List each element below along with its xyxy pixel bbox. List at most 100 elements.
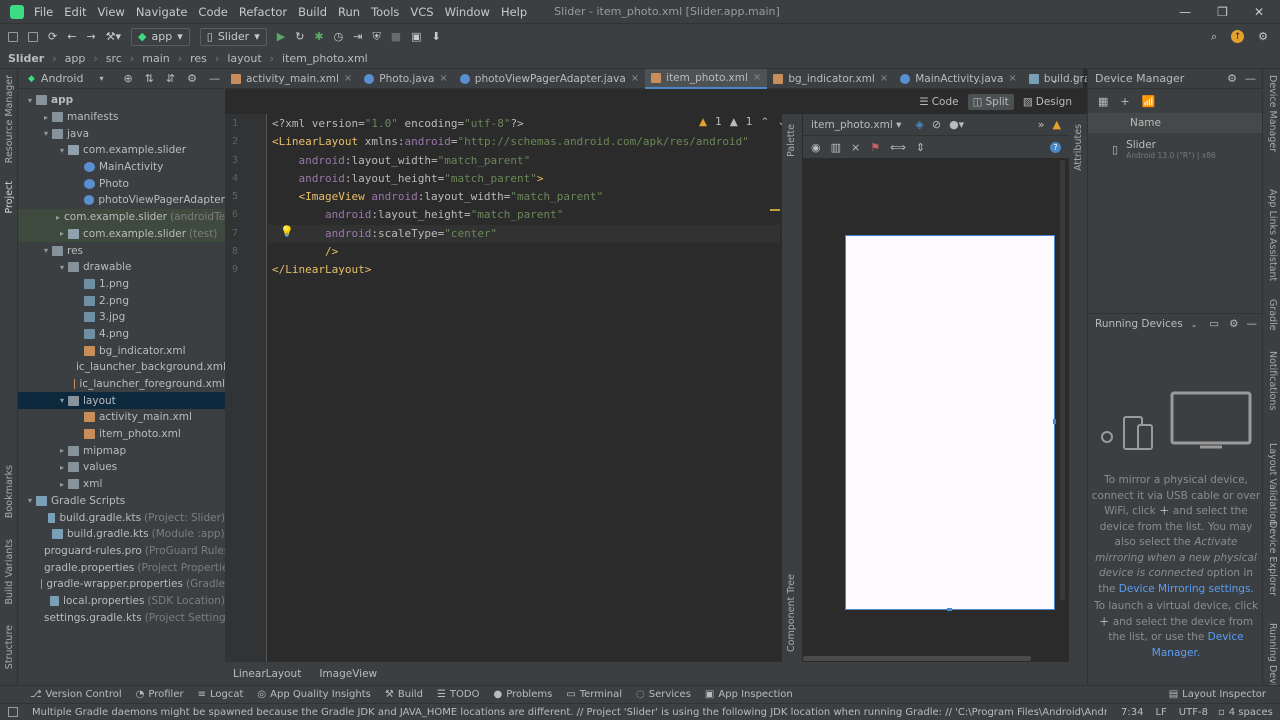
chevron-down-icon[interactable]: ⌄: [1050, 73, 1059, 86]
menu-refactor[interactable]: Refactor: [239, 5, 287, 19]
search-icon[interactable]: ⌕: [1211, 28, 1217, 46]
back-arrow-icon[interactable]: ←: [67, 28, 76, 46]
tool-window-button[interactable]: ⚒ Build: [385, 689, 423, 700]
tree-item[interactable]: ▸ com.example.slider (androidTest): [18, 208, 239, 226]
tool-window-button[interactable]: ▭ Terminal: [566, 689, 622, 700]
gear-icon[interactable]: ⚙: [187, 72, 197, 85]
editor-tab[interactable]: bg_indicator.xml ×: [767, 69, 894, 89]
menu-edit[interactable]: Edit: [64, 5, 86, 19]
chevron-down-icon[interactable]: ⌄: [1191, 320, 1198, 329]
inspection-widget[interactable]: ▲1 ▲1 ⌃ ⌄: [699, 116, 786, 128]
build-variants-tab[interactable]: Build Variants: [4, 539, 15, 605]
locate-icon[interactable]: ⊕: [123, 72, 132, 85]
bookmarks-tab[interactable]: Bookmarks: [4, 465, 15, 518]
tree-item[interactable]: ▾ Gradle Scripts: [18, 493, 225, 510]
night-mode-icon[interactable]: ●▾: [949, 118, 964, 131]
layout-inspector-button[interactable]: ▤ Layout Inspector: [1169, 689, 1266, 700]
breadcrumb-item[interactable]: main: [142, 52, 169, 65]
hide-icon[interactable]: —: [1247, 318, 1258, 330]
close-tab-icon[interactable]: ×: [753, 72, 761, 83]
restore-button[interactable]: ❐: [1217, 5, 1228, 19]
stop-icon[interactable]: ■: [391, 28, 401, 46]
code-line[interactable]: android:layout_height="match_parent": [268, 206, 780, 224]
chevron-down-icon[interactable]: ▾: [99, 74, 103, 83]
window-icon[interactable]: ▭: [1209, 318, 1219, 330]
close-tab-icon[interactable]: ×: [631, 73, 639, 84]
expand-arrow-icon[interactable]: ▾: [56, 146, 68, 155]
menu-help[interactable]: Help: [501, 5, 527, 19]
tree-item[interactable]: local.properties (SDK Location): [18, 593, 225, 610]
tree-item[interactable]: 4.png: [18, 326, 225, 343]
menu-navigate[interactable]: Navigate: [136, 5, 188, 19]
palette-tab[interactable]: Palette: [786, 124, 797, 157]
expand-arrow-icon[interactable]: ▾: [40, 246, 52, 255]
tool-window-button[interactable]: ◔ Profiler: [136, 689, 184, 700]
horizontal-scrollbar[interactable]: [803, 656, 1031, 661]
collapse-icon[interactable]: ⇵: [166, 72, 175, 85]
breadcrumb-item[interactable]: src: [106, 52, 122, 65]
expand-arrow-icon[interactable]: ▸: [56, 480, 68, 489]
right-stripe-tab[interactable]: Notifications: [1267, 351, 1278, 410]
status-message[interactable]: Multiple Gradle daemons might be spawned…: [32, 707, 1107, 718]
build-hammer-icon[interactable]: ⚒▾: [106, 28, 121, 46]
tree-item[interactable]: activity_main.xml: [18, 409, 225, 426]
wifi-icon[interactable]: 📶: [1142, 95, 1156, 108]
device-mirroring-settings-link[interactable]: Device Mirroring settings.: [1119, 583, 1254, 595]
tool-window-button[interactable]: ◌ Services: [636, 689, 691, 700]
layers-icon[interactable]: ◈: [915, 118, 923, 131]
tree-item[interactable]: bg_indicator.xml: [18, 342, 225, 359]
breadcrumb-item[interactable]: res: [190, 52, 207, 65]
tree-item[interactable]: proguard-rules.pro (ProGuard Rules: [18, 543, 229, 560]
code-line[interactable]: <ImageView android:layout_width="match_p…: [268, 188, 780, 206]
expand-arrow-icon[interactable]: ▾: [56, 396, 68, 405]
save-icon[interactable]: [28, 28, 38, 46]
device-row[interactable]: ▯ Slider Android 13.0 ("R") | x86: [1088, 133, 1262, 165]
tree-item[interactable]: settings.gradle.kts (Project Settings: [18, 609, 231, 626]
gear-icon[interactable]: ⚙: [1227, 72, 1237, 85]
warning-marker[interactable]: [770, 209, 780, 211]
add-icon[interactable]: ＋: [1159, 505, 1170, 517]
close-tab-icon[interactable]: ×: [344, 73, 352, 84]
right-stripe-tab[interactable]: Layout Validation: [1267, 443, 1278, 525]
add-icon[interactable]: +: [1120, 95, 1129, 108]
help-icon[interactable]: ?: [1050, 141, 1061, 153]
tree-item[interactable]: ▸ com.example.slider (test): [18, 225, 225, 243]
expand-arrow-icon[interactable]: ▸: [56, 463, 68, 472]
run-icon[interactable]: ▶: [277, 28, 285, 46]
resize-handle[interactable]: [1053, 419, 1056, 424]
resource-manager-tab[interactable]: Resource Manager: [4, 75, 15, 163]
menu-build[interactable]: Build: [298, 5, 327, 19]
tool-window-button[interactable]: ◎ App Quality Insights: [257, 689, 370, 700]
lock-icon[interactable]: ▫: [1218, 707, 1225, 718]
tree-item[interactable]: MainActivity: [18, 159, 225, 176]
lightbulb-icon[interactable]: 💡: [280, 225, 294, 238]
breadcrumb-item[interactable]: layout: [227, 52, 261, 65]
line-separator[interactable]: LF: [1155, 707, 1166, 718]
crumb-linearlayout[interactable]: LinearLayout: [233, 668, 301, 680]
tree-item[interactable]: ▾ res: [18, 242, 225, 259]
forward-arrow-icon[interactable]: →: [86, 28, 95, 46]
code-line[interactable]: </LinearLayout>: [268, 261, 780, 279]
tree-item[interactable]: ▾ layout: [18, 392, 225, 410]
right-stripe-tab[interactable]: Device Manager: [1267, 75, 1278, 152]
code-line[interactable]: android:scaleType="center": [268, 224, 780, 244]
hide-icon[interactable]: —: [1245, 72, 1256, 85]
vertical-scrollbar[interactable]: [1060, 160, 1065, 600]
profile-icon[interactable]: ◷: [334, 28, 344, 46]
magnet-off-icon[interactable]: ⨯: [851, 141, 860, 154]
tree-item[interactable]: Photo: [18, 175, 225, 192]
expand-arrow-icon[interactable]: ▸: [56, 446, 68, 455]
status-icon[interactable]: [8, 707, 18, 717]
tree-item[interactable]: gradle-wrapper.properties (Gradle: [18, 576, 225, 593]
tree-item[interactable]: build.gradle.kts (Module :app): [18, 526, 225, 543]
breadcrumb-item[interactable]: app: [65, 52, 86, 65]
editor-tab[interactable]: activity_main.xml ×: [225, 69, 358, 89]
right-stripe-tab[interactable]: Device Explorer: [1267, 521, 1278, 596]
tree-item[interactable]: ▾ com.example.slider: [18, 142, 225, 159]
right-stripe-tab[interactable]: Gradle: [1267, 299, 1278, 331]
tree-item[interactable]: ▾ drawable: [18, 259, 225, 276]
expand-arrow-icon[interactable]: ▾: [24, 496, 36, 505]
tree-item[interactable]: 1.png: [18, 276, 225, 293]
hide-icon[interactable]: —: [209, 72, 220, 85]
menu-vcs[interactable]: VCS: [410, 5, 433, 19]
